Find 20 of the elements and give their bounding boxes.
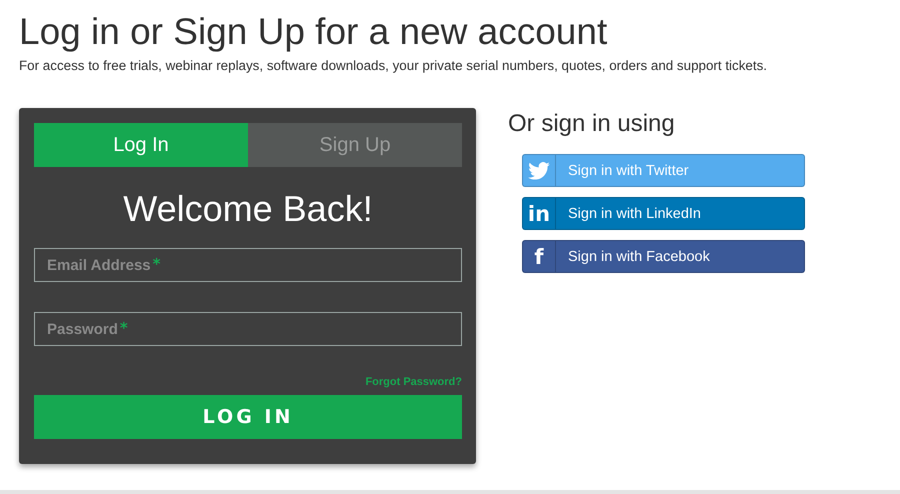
social-signin-button[interactable]: in Sign in with LinkedIn: [522, 197, 805, 230]
social-signin-button[interactable]: Sign in with Twitter: [522, 154, 805, 187]
page-subtitle: For access to free trials, webinar replays, software downloads, your private serial numbers, quotes, orders and support tickets.: [19, 58, 768, 73]
tab[interactable]: Sign Up: [248, 123, 462, 167]
welcome-heading: Welcome Back!: [122, 187, 374, 231]
page-title: Log in or Sign Up for a new account: [19, 10, 608, 54]
input-field[interactable]: Email Address*: [34, 248, 462, 282]
login-button[interactable]: LOG IN: [34, 395, 462, 439]
required-mark: *: [152, 255, 161, 273]
input-field[interactable]: Password*: [34, 312, 462, 346]
social-title: Or sign in using: [508, 110, 676, 138]
forgot-password-link[interactable]: Forgot Password?: [365, 376, 462, 388]
field-label: Email Address: [47, 256, 151, 274]
tab[interactable]: Log In: [34, 123, 248, 167]
social-signin-button[interactable]: f Sign in with Facebook: [522, 240, 805, 273]
field-label: Password: [47, 320, 118, 338]
logo-glyph: f: [534, 244, 544, 268]
required-mark: *: [120, 319, 128, 337]
logo-glyph: in: [528, 202, 550, 226]
bird-icon: [528, 162, 550, 180]
